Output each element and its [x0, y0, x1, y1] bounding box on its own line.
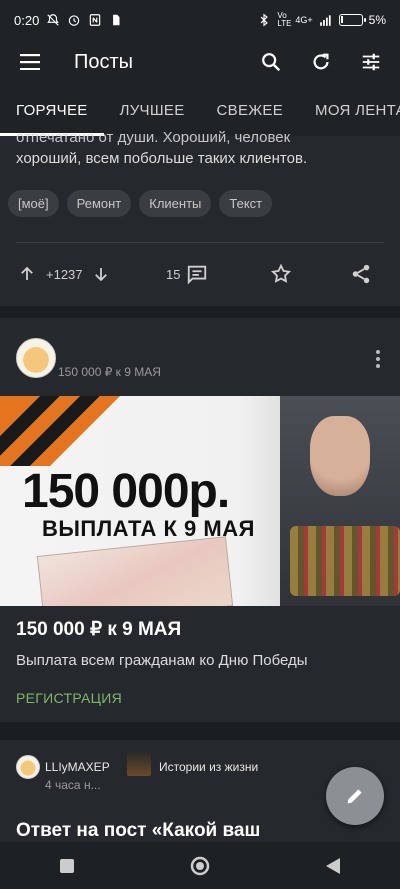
tag-chip[interactable]: Клиенты — [139, 190, 212, 217]
post-tags: [моё] Ремонт Клиенты Текст — [8, 190, 273, 217]
home-button[interactable] — [180, 846, 220, 886]
comments-button[interactable]: 15 — [166, 263, 208, 285]
hamburger-icon — [20, 54, 40, 70]
post-actions: +1237 15 — [0, 256, 400, 292]
status-bar: 0:20 Vo LTE 4G+ 5% — [0, 0, 400, 40]
battery-icon — [338, 14, 366, 26]
avatar[interactable] — [16, 755, 40, 779]
post-author[interactable]: LLIyMAXEP — [45, 760, 110, 774]
post-description: Выплата всем гражданам ко Дню Победы — [16, 652, 308, 669]
comment-icon — [188, 265, 207, 285]
menu-button[interactable] — [15, 47, 45, 77]
post-meta: 150 000 ₽ к 9 МАЯ — [58, 365, 161, 379]
comments-count: 15 — [166, 266, 181, 282]
share-icon — [352, 264, 370, 284]
post-text-cut: отпечатано от души. Хороший, человек — [16, 129, 291, 146]
tag-chip[interactable]: Ремонт — [66, 190, 132, 217]
st-george-ribbon — [0, 396, 120, 466]
medals — [290, 526, 400, 596]
tag-chip[interactable]: Текст — [219, 190, 273, 217]
post-title[interactable]: 150 000 ₽ к 9 МАЯ — [16, 618, 181, 641]
network-label: 4G+ — [295, 15, 313, 25]
post-title[interactable]: Ответ на пост «Какой ваш — [16, 820, 260, 842]
alarm-icon — [69, 15, 80, 26]
dot — [376, 357, 380, 361]
refresh-icon — [313, 53, 329, 70]
status-time: 0:20 — [14, 12, 40, 28]
tab-my-feed-label: МОЯ ЛЕНТА — [315, 101, 400, 119]
more-options-button[interactable] — [376, 350, 380, 368]
community-name[interactable]: Истории из жизни — [159, 760, 258, 774]
signal-icon — [319, 15, 331, 26]
triangle-back-icon — [326, 857, 341, 874]
dot — [376, 364, 380, 368]
dot — [376, 350, 380, 354]
tag-chip[interactable]: [моё] — [8, 190, 59, 217]
bluetooth-icon — [261, 13, 269, 27]
battery-percent: 5% — [368, 13, 386, 27]
nfc-icon — [90, 14, 101, 26]
community-icon[interactable] — [127, 752, 151, 776]
save-button[interactable] — [270, 263, 292, 285]
rating-value: +1237 — [46, 266, 83, 282]
circle-icon — [190, 856, 210, 875]
register-link[interactable]: РЕГИСТРАЦИЯ — [16, 690, 122, 706]
filter-icon — [362, 53, 380, 71]
create-post-button[interactable] — [326, 767, 384, 825]
arrow-up-icon — [21, 266, 33, 280]
banner-headline: 150 000р. — [22, 465, 230, 518]
filter-button[interactable] — [356, 47, 386, 77]
star-icon — [270, 263, 292, 283]
share-button[interactable] — [350, 263, 372, 285]
square-icon — [59, 858, 74, 873]
banknotes — [36, 536, 234, 606]
veteran-photo — [280, 396, 400, 606]
system-nav-bar — [0, 842, 400, 889]
post-time: 4 часа н... — [45, 778, 101, 792]
downvote-button[interactable] — [92, 265, 110, 283]
pencil-icon — [347, 789, 362, 804]
back-button[interactable] — [313, 846, 353, 886]
avatar[interactable] — [16, 338, 56, 378]
recents-button[interactable] — [47, 846, 87, 886]
search-icon — [262, 53, 281, 72]
volte-label: Vo LTE — [277, 11, 292, 28]
page-title: Посты — [74, 50, 134, 73]
face — [310, 416, 370, 496]
mute-icon — [47, 14, 60, 26]
upvote-button[interactable] — [18, 265, 36, 283]
ad-banner-image[interactable]: 150 000р. ВЫПЛАТА К 9 МАЯ — [0, 396, 400, 606]
app-bar: Посты — [0, 40, 400, 84]
post-text: хороший, всем побольше таких клиентов. — [16, 150, 308, 167]
divider — [16, 242, 384, 243]
banner-subheadline: ВЫПЛАТА К 9 МАЯ — [42, 516, 255, 541]
sim-icon — [113, 14, 120, 26]
refresh-button[interactable] — [306, 47, 336, 77]
search-button[interactable] — [256, 47, 286, 77]
arrow-down-icon — [95, 268, 107, 282]
